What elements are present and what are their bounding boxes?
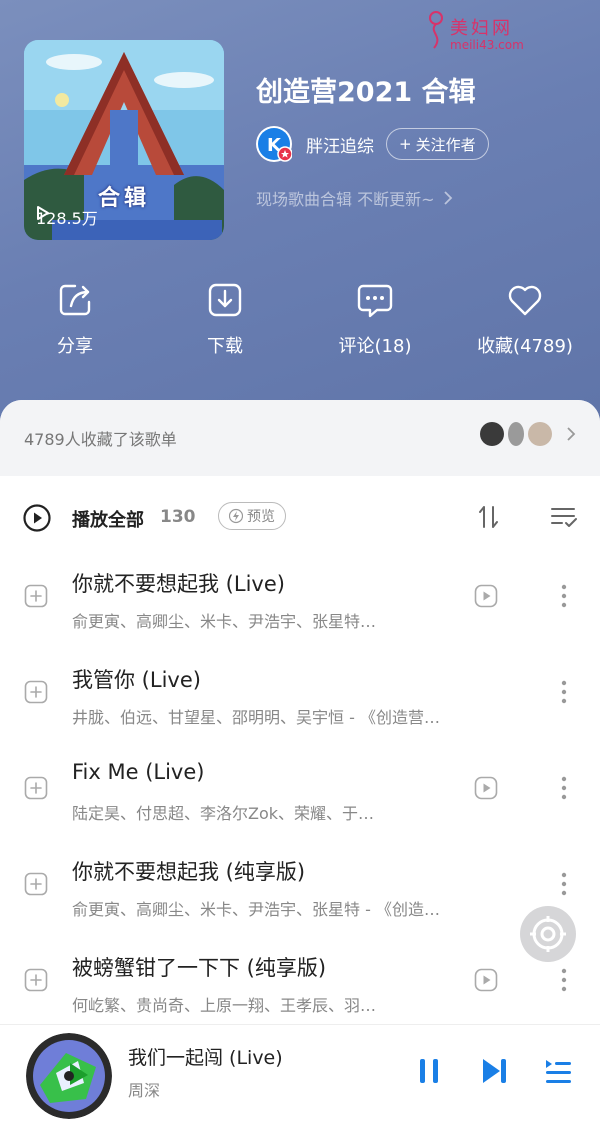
target-icon [530,916,566,952]
more-icon[interactable] [556,582,572,610]
action-bar: 分享 下载 评论(18) 收藏(4789) [0,276,600,366]
watermark: 美妇网 meili43.com [424,8,544,54]
multi-select-icon[interactable] [550,504,578,530]
lightning-icon [229,508,243,524]
comment-icon [357,284,393,318]
comment-button[interactable]: 评论(18) [300,276,450,358]
add-to-list-icon[interactable] [24,968,48,992]
avatar [508,422,524,446]
collector-avatars [480,422,578,446]
song-title: 你就不要想起我 (纯享版) [72,860,306,884]
song-title: 你就不要想起我 (Live) [72,572,285,596]
comment-label: 评论(18) [338,336,412,357]
download-icon [208,283,242,317]
play-all-icon[interactable] [22,503,52,533]
now-playing-cover[interactable] [26,1033,112,1119]
download-label: 下载 [207,336,243,357]
watermark-logo [429,11,443,49]
song-artists: 陆定昊、付思超、李洛尔Zok、荣耀、于… [72,804,375,823]
next-track-icon[interactable] [478,1055,510,1087]
song-row[interactable]: 你就不要想起我 (纯享版) 俞更寅、高卿尘、米卡、尹浩宇、张星特 - 《创造… [0,838,600,934]
sort-icon[interactable] [476,504,502,530]
song-row[interactable]: 你就不要想起我 (Live) 俞更寅、高卿尘、米卡、尹浩宇、张星特… [0,550,600,646]
preview-label: 预览 [247,509,275,525]
collectors-bar[interactable]: 4789人收藏了该歌单 [0,400,600,476]
heart-icon [508,285,542,316]
song-title: 被螃蟹钳了一下下 (纯享版) [72,956,327,980]
favorite-label: 收藏(4789) [477,336,573,357]
chevron-right-icon [567,427,576,441]
author-row: K 胖汪追综 + 关注作者 [256,124,489,164]
add-to-list-icon[interactable] [24,680,48,704]
song-row[interactable]: 我管你 (Live) 井胧、伯远、甘望星、邵明明、吴宇恒 - 《创造营… [0,646,600,742]
more-icon[interactable] [556,678,572,706]
play-mv-icon[interactable] [474,776,498,800]
add-to-list-icon[interactable] [24,776,48,800]
song-artists: 俞更寅、高卿尘、米卡、尹浩宇、张星特… [72,612,377,631]
song-artists: 何屹繁、贵尚奇、上原一翔、王孝辰、羽… [72,996,377,1015]
preview-button[interactable]: 预览 [218,502,286,530]
playlist-title: 创造营2021 合辑 [256,77,476,108]
more-icon[interactable] [556,966,572,994]
author-name[interactable]: 胖汪追综 [306,132,374,157]
playlist-cover[interactable]: 合辑 128.5万 [24,40,224,240]
plus-icon: + [399,135,412,153]
album-art [26,1033,112,1119]
add-to-list-icon[interactable] [24,872,48,896]
play-all-button[interactable]: 播放全部 [72,506,144,532]
playlist-queue-icon[interactable] [542,1055,574,1087]
follow-label: 关注作者 [415,135,476,154]
watermark-url: meili43.com [450,38,524,52]
author-avatar[interactable]: K [256,126,293,162]
author-logo-icon: K [258,128,293,162]
more-icon[interactable] [556,870,572,898]
avatar [528,422,552,446]
collectors-text: 4789人收藏了该歌单 [24,430,177,449]
download-button[interactable]: 下载 [150,276,300,358]
play-mv-icon[interactable] [474,584,498,608]
song-title: 我管你 (Live) [72,668,201,692]
song-title: Fix Me (Live) [72,760,205,784]
song-artists: 井胧、伯远、甘望星、邵明明、吴宇恒 - 《创造营… [72,708,440,727]
avatar [480,422,504,446]
play-mv-icon[interactable] [474,968,498,992]
play-count: 128.5万 [36,205,98,229]
song-list-sheet: 4789人收藏了该歌单 播放全部 130 预览 你就不要想起我 (Live) 俞… [0,400,600,1130]
share-icon [59,284,91,316]
watermark-title: 美妇网 [450,18,513,39]
more-icon[interactable] [556,774,572,802]
share-label: 分享 [57,336,93,357]
now-playing-artist: 周深 [128,1081,161,1100]
song-artists: 俞更寅、高卿尘、米卡、尹浩宇、张星特 - 《创造… [72,900,440,919]
play-triangle-icon [37,206,49,220]
favorite-button[interactable]: 收藏(4789) [450,276,600,358]
mini-player[interactable]: 我们一起闯 (Live) 周深 [0,1024,600,1130]
play-all-row: 播放全部 130 预览 [0,496,600,540]
playlist-header: 美妇网 meili43.com 合辑 128.5万 创造营2021 合辑 K 胖… [0,0,600,440]
share-button[interactable]: 分享 [0,276,150,358]
song-row[interactable]: Fix Me (Live) 陆定昊、付思超、李洛尔Zok、荣耀、于… [0,742,600,838]
now-playing-title: 我们一起闯 (Live) [128,1047,283,1069]
song-row[interactable]: 被螃蟹钳了一下下 (纯享版) 何屹繁、贵尚奇、上原一翔、王孝辰、羽… [0,934,600,1030]
floating-assist-button[interactable] [520,906,576,962]
song-count: 130 [160,507,196,527]
pause-icon[interactable] [414,1055,444,1087]
chevron-right-icon [443,191,452,205]
add-to-list-icon[interactable] [24,584,48,608]
description-text: 现场歌曲合辑 不断更新~ [256,190,435,209]
follow-author-button[interactable]: + 关注作者 [386,128,489,160]
playlist-description[interactable]: 现场歌曲合辑 不断更新~ [256,186,453,210]
